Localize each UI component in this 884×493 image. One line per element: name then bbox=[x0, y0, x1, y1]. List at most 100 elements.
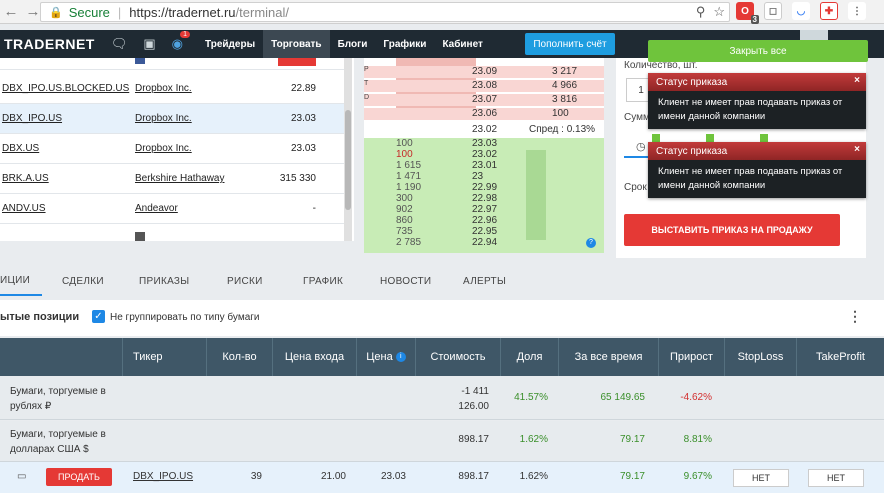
bid-qty: 100 bbox=[396, 138, 413, 149]
rainbow-extension-icon[interactable]: ◡ bbox=[792, 2, 810, 20]
instrument-name[interactable]: Dropbox Inc. bbox=[135, 143, 192, 154]
list-item-partial[interactable] bbox=[0, 224, 344, 241]
instrument-price: 23.03 bbox=[290, 143, 316, 154]
bid-price: 23.02 bbox=[472, 149, 498, 160]
group-value: -1 411 126.00 bbox=[415, 384, 489, 414]
col-growth[interactable]: Прирост bbox=[658, 338, 724, 376]
col-price[interactable]: Цена i bbox=[356, 338, 415, 376]
ask-row[interactable]: D 23.07 3 816 bbox=[364, 94, 604, 106]
list-item[interactable]: DBX_IPO.US.BLOCKED.US Dropbox Inc. 22.89 bbox=[0, 74, 344, 104]
shield-extension-icon[interactable]: ◻ bbox=[764, 2, 782, 20]
tab-news[interactable]: НОВОСТИ bbox=[380, 266, 431, 296]
ask-price: 23.07 bbox=[472, 94, 498, 105]
nav-trade[interactable]: Торговать bbox=[263, 30, 330, 58]
tab-deals[interactable]: СДЕЛКИ bbox=[62, 266, 104, 296]
position-ticker[interactable]: DBX_IPO.US bbox=[133, 471, 193, 482]
instrument-ticker[interactable]: BRK.A.US bbox=[2, 173, 49, 184]
bid-qty: 300 bbox=[396, 193, 413, 204]
checkbox[interactable] bbox=[706, 134, 714, 142]
positions-header: ытые позиции ✓ Не группировать по типу б… bbox=[0, 300, 884, 336]
instrument-price: 23.03 bbox=[290, 113, 316, 124]
instrument-ticker[interactable]: DBX_IPO.US bbox=[2, 113, 62, 124]
instrument-ticker[interactable]: DBX_IPO.US.BLOCKED.US bbox=[2, 83, 129, 94]
group-label: Бумаги, торгуемые в долларах США $ bbox=[10, 427, 106, 457]
col-qty[interactable]: Кол-во bbox=[206, 338, 272, 376]
back-icon[interactable]: ← bbox=[0, 3, 22, 20]
ask-price: 23.09 bbox=[472, 66, 498, 77]
bookmark-star-icon[interactable]: ☆ bbox=[713, 4, 725, 20]
col-stoploss[interactable]: StopLoss bbox=[724, 338, 796, 376]
ask-side-label: D bbox=[364, 94, 370, 101]
close-icon[interactable]: × bbox=[854, 144, 860, 155]
list-item[interactable]: ANDV.US Andeavor - bbox=[0, 194, 344, 224]
col-ticker[interactable]: Тикер bbox=[122, 338, 206, 376]
list-item[interactable]: DBX_IPO.US Dropbox Inc. 23.03 bbox=[0, 104, 344, 134]
sell-button[interactable]: ПРОДАТЬ bbox=[46, 468, 112, 486]
comment-icon[interactable]: ▭ bbox=[17, 471, 26, 482]
col-share[interactable]: Доля bbox=[500, 338, 558, 376]
close-all-button[interactable]: Закрыть все bbox=[648, 40, 868, 62]
zoom-icon[interactable]: ⚲ bbox=[696, 4, 706, 20]
url-path: /terminal/ bbox=[235, 4, 289, 20]
opera-extension-icon[interactable]: O3 bbox=[736, 2, 759, 24]
no-group-checkbox[interactable]: ✓ bbox=[92, 310, 105, 323]
tab-positions[interactable]: ИЦИИ bbox=[0, 266, 42, 296]
topup-account-button[interactable]: Пополнить счёт bbox=[525, 33, 615, 55]
instrument-ticker[interactable]: ANDV.US bbox=[2, 203, 46, 214]
nav-charts[interactable]: Графики bbox=[375, 30, 434, 58]
col-entry-price[interactable]: Цена входа bbox=[272, 338, 356, 376]
bid-price: 22.94 bbox=[472, 237, 498, 248]
list-item[interactable]: BRK.A.US Berkshire Hathaway 315 330 bbox=[0, 164, 344, 194]
nav-cabinet[interactable]: Кабинет bbox=[434, 30, 490, 58]
order-status-toast: Статус приказа × Клиент не имеет прав по… bbox=[648, 142, 866, 198]
table-row[interactable]: ▭ ПРОДАТЬ DBX_IPO.US 39 21.00 23.03 898.… bbox=[0, 462, 884, 493]
group-value-line2: 126.00 bbox=[458, 401, 489, 412]
tab-orders[interactable]: ПРИКАЗЫ bbox=[139, 266, 189, 296]
tab-alerts[interactable]: АЛЕРТЫ bbox=[463, 266, 506, 296]
bid-qty: 1 190 bbox=[396, 182, 422, 193]
red-cross-extension-icon[interactable]: ✚ bbox=[820, 2, 838, 20]
list-item[interactable]: DBX.US Dropbox Inc. 23.03 bbox=[0, 134, 344, 164]
bid-price: 22.95 bbox=[472, 226, 498, 237]
checkbox[interactable] bbox=[760, 134, 768, 142]
menu-icon[interactable]: ⋮ bbox=[848, 2, 866, 20]
col-alltime[interactable]: За все время bbox=[558, 338, 658, 376]
address-bar[interactable]: 🔒 Secure | https://tradernet.ru/terminal… bbox=[40, 2, 730, 22]
scrollbar-thumb[interactable] bbox=[345, 110, 351, 210]
sum-label: Сумм bbox=[624, 112, 650, 123]
ask-row[interactable]: 23.06 100 bbox=[364, 108, 604, 120]
facebook-icon bbox=[135, 58, 145, 64]
takeprofit-button[interactable]: НЕТ bbox=[808, 469, 864, 487]
globe-icon[interactable]: ◉ 1 bbox=[172, 31, 190, 52]
place-sell-order-button[interactable]: ВЫСТАВИТЬ ПРИКАЗ НА ПРОДАЖУ bbox=[624, 214, 840, 246]
chat-icon[interactable]: 🗨 bbox=[111, 36, 128, 52]
ask-qty: 3 217 bbox=[552, 66, 578, 77]
bid-row[interactable]: 2 785 22.94 bbox=[364, 237, 604, 249]
more-options-icon[interactable]: ⋮ bbox=[848, 308, 862, 325]
instrument-price: 22.89 bbox=[290, 83, 316, 94]
logo[interactable]: TRADERNET bbox=[4, 36, 95, 52]
stoploss-button[interactable]: НЕТ bbox=[733, 469, 789, 487]
nav-blogs[interactable]: Блоги bbox=[330, 30, 376, 58]
instrument-name[interactable]: Andeavor bbox=[135, 203, 178, 214]
close-icon[interactable]: × bbox=[854, 75, 860, 86]
col-takeprofit[interactable]: TakeProfit bbox=[796, 338, 884, 376]
col-value[interactable]: Стоимость bbox=[415, 338, 500, 376]
position-growth: 9.67% bbox=[683, 471, 712, 482]
clock-icon[interactable]: ◷ bbox=[636, 140, 646, 153]
nav-traders[interactable]: Трейдеры bbox=[197, 30, 263, 58]
ask-row[interactable]: Р 23.09 3 217 bbox=[364, 66, 604, 78]
tab-chart[interactable]: ГРАФИК bbox=[303, 266, 343, 296]
checkbox[interactable] bbox=[652, 134, 660, 142]
list-item-partial[interactable] bbox=[0, 58, 344, 70]
monitor-icon[interactable]: ▣ bbox=[143, 36, 155, 52]
tab-risks[interactable]: РИСКИ bbox=[227, 266, 263, 296]
instrument-name[interactable]: Dropbox Inc. bbox=[135, 83, 192, 94]
no-group-label[interactable]: Не группировать по типу бумаги bbox=[110, 312, 260, 323]
help-icon[interactable]: ? bbox=[586, 238, 596, 248]
instrument-ticker[interactable]: DBX.US bbox=[2, 143, 39, 154]
instrument-name[interactable]: Dropbox Inc. bbox=[135, 113, 192, 124]
ask-row[interactable]: Т 23.08 4 966 bbox=[364, 80, 604, 92]
info-icon[interactable]: i bbox=[395, 352, 406, 362]
instrument-name[interactable]: Berkshire Hathaway bbox=[135, 173, 224, 184]
